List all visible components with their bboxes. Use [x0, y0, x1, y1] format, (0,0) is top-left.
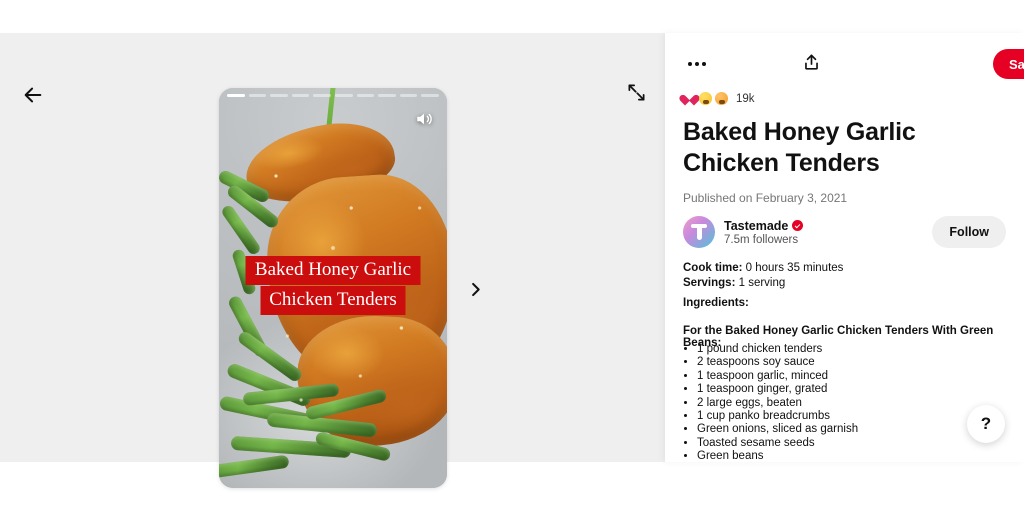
caption-line-2: Chicken Tenders [260, 286, 406, 315]
orange-face-emoji-icon [715, 92, 728, 105]
detail-toolbar: Save [665, 33, 1024, 79]
progress-segment[interactable] [291, 94, 310, 97]
caption-line-1: Baked Honey Garlic [245, 256, 421, 285]
progress-segment[interactable] [421, 94, 439, 97]
recipe-video-frame: Baked Honey Garlic Chicken Tenders [219, 88, 447, 488]
sound-on-icon[interactable] [413, 108, 435, 130]
recipe-meta-block: Cook time: 0 hours 35 minutes Servings: … [683, 261, 843, 291]
progress-segment[interactable] [248, 94, 267, 97]
author-meta: Tastemade 7.5m followers [724, 219, 804, 246]
author-row: Tastemade 7.5m followers Follow [683, 213, 1006, 251]
heart-emoji-icon [683, 92, 696, 105]
share-icon[interactable] [798, 49, 824, 75]
author-name-row: Tastemade [724, 219, 804, 233]
progress-segment[interactable] [378, 94, 396, 97]
progress-segment[interactable] [313, 94, 331, 97]
more-options-icon[interactable] [683, 53, 711, 75]
servings-label: Servings: [683, 277, 736, 289]
progress-segment[interactable] [227, 94, 245, 97]
published-date: Published on February 3, 2021 [683, 191, 848, 205]
follow-button[interactable]: Follow [932, 216, 1006, 248]
avatar[interactable] [683, 216, 715, 248]
author-followers: 7.5m followers [724, 233, 799, 246]
ingredient-item: 2 large eggs, beaten [697, 397, 1017, 409]
recipe-detail-panel: Save 19k Baked Honey Garlic Chicken Tend… [665, 33, 1024, 462]
cook-time-label: Cook time: [683, 262, 743, 274]
page-title: Baked Honey Garlic Chicken Tenders [683, 118, 916, 177]
ingredients-list: 1 pound chicken tenders2 teaspoons soy s… [697, 343, 1017, 462]
reaction-summary[interactable]: 19k [683, 92, 755, 105]
ingredient-item: 2 teaspoons soy sauce [697, 356, 1017, 368]
cook-time-line: Cook time: 0 hours 35 minutes [683, 261, 843, 276]
verified-badge-icon [792, 220, 804, 231]
author-name[interactable]: Tastemade [724, 219, 788, 233]
back-icon[interactable] [16, 78, 50, 112]
expand-fullscreen-icon[interactable] [620, 76, 652, 108]
progress-segment[interactable] [270, 94, 288, 97]
help-button[interactable]: ? [967, 405, 1005, 443]
progress-segment[interactable] [356, 94, 375, 97]
ingredients-heading: Ingredients: [683, 297, 749, 309]
video-viewer-panel: Baked Honey Garlic Chicken Tenders [0, 33, 665, 488]
reaction-count: 19k [736, 92, 755, 105]
ingredient-item: 1 teaspoon garlic, minced [697, 370, 1017, 382]
servings-value: 1 serving [735, 277, 786, 289]
recipe-story-viewer-page: Baked Honey Garlic Chicken Tenders Sa 19… [0, 0, 1024, 512]
yellow-face-emoji-icon [699, 92, 712, 105]
progress-segment[interactable] [399, 94, 418, 97]
servings-line: Servings: 1 serving [683, 276, 843, 291]
ingredient-item: Green beans [697, 450, 1017, 462]
ingredient-item: 1 pound chicken tenders [697, 343, 1017, 355]
next-slide-chevron-icon[interactable] [462, 276, 488, 302]
cook-time-value: 0 hours 35 minutes [742, 262, 844, 274]
story-video-card[interactable]: Baked Honey Garlic Chicken Tenders [219, 88, 447, 488]
ingredient-item: 1 teaspoon ginger, grated [697, 383, 1017, 395]
ingredient-item: Toasted sesame seeds [697, 437, 1017, 449]
save-button[interactable]: Save [993, 49, 1024, 79]
story-progress-bar[interactable] [227, 94, 439, 97]
progress-segment[interactable] [334, 94, 353, 97]
video-caption-overlay: Baked Honey Garlic Chicken Tenders [231, 256, 436, 315]
